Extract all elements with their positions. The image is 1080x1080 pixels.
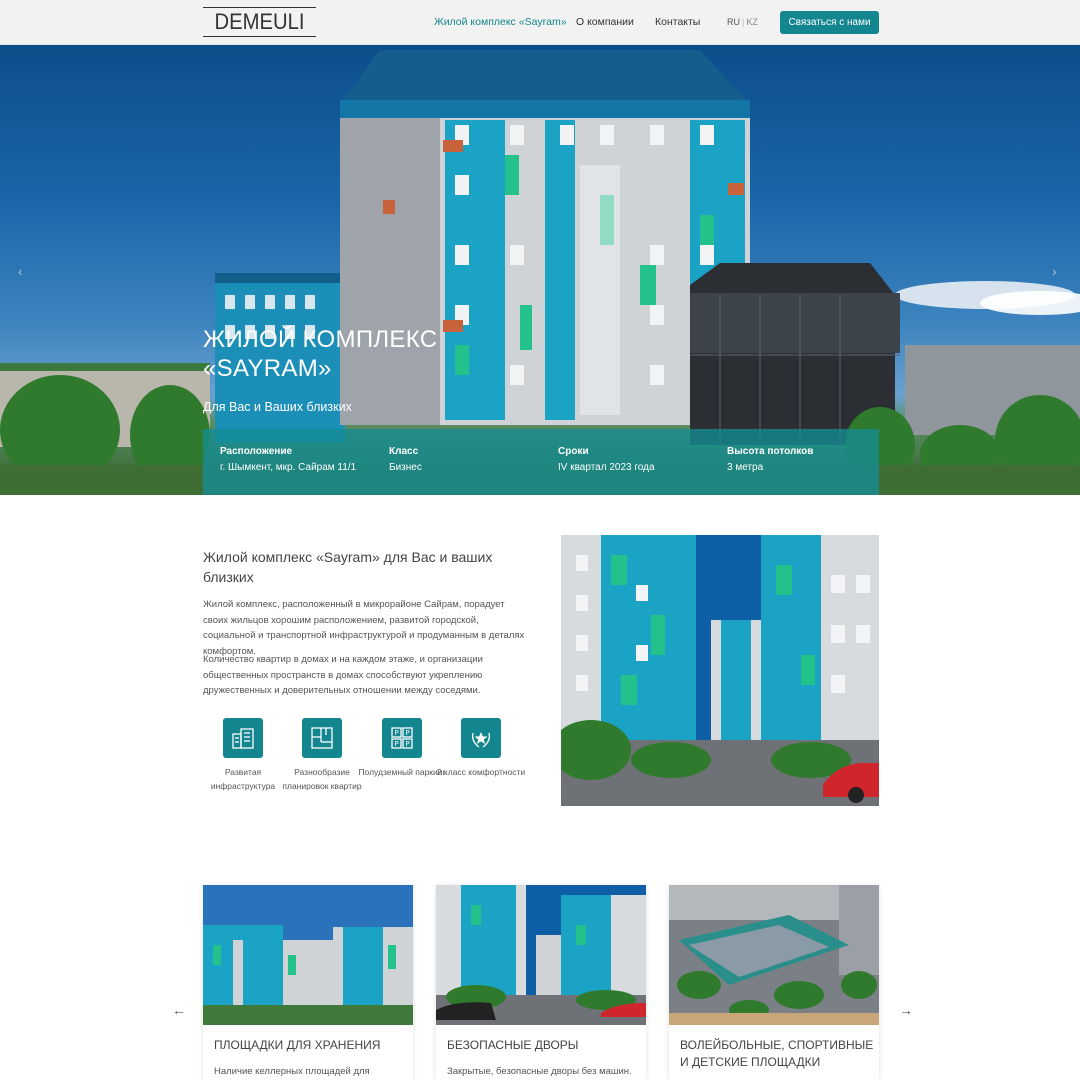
hero-slider: ‹ › ЖИЛОЙ КОМПЛЕКС «SAYRAM» Для Вас и Ва… bbox=[0, 45, 1080, 495]
about-title: Жилой комплекс «Sayram» для Вас и ваших … bbox=[203, 549, 493, 585]
info-key: Расположение bbox=[220, 446, 293, 457]
parking-icon: PPPP bbox=[382, 718, 422, 758]
info-value: г. Шымкент, мкр. Сайрам 11/1 bbox=[220, 462, 357, 473]
info-location: Расположение г. Шымкент, мкр. Сайрам 11/… bbox=[220, 446, 356, 473]
floorplan-icon bbox=[302, 718, 342, 758]
card-image bbox=[436, 885, 646, 1025]
info-value: Бизнес bbox=[389, 462, 422, 473]
svg-text:P: P bbox=[406, 729, 410, 737]
hero-prev-arrow[interactable]: ‹ bbox=[18, 263, 23, 279]
card-image bbox=[203, 885, 413, 1025]
lang-kz[interactable]: KZ bbox=[746, 17, 758, 27]
courtyard-image bbox=[561, 535, 879, 806]
hero-next-arrow[interactable]: › bbox=[1052, 263, 1057, 279]
svg-text:P: P bbox=[406, 740, 410, 748]
info-key: Высота потолков bbox=[727, 446, 814, 457]
feature-card-storage[interactable]: ПЛОЩАДКИ ДЛЯ ХРАНЕНИЯ Наличие келлерных … bbox=[203, 885, 413, 1080]
card-title: БЕЗОПАСНЫЕ ДВОРЫ bbox=[447, 1038, 579, 1052]
feature-layouts: Разнообразие планировок квартир bbox=[277, 718, 367, 793]
building-icon bbox=[223, 718, 263, 758]
hero-title: ЖИЛОЙ КОМПЛЕКС «SAYRAM» bbox=[203, 326, 438, 382]
nav-link-about[interactable]: О компании bbox=[576, 16, 634, 28]
lang-separator: | bbox=[742, 17, 745, 27]
feature-label: Развитая инфраструктура bbox=[210, 767, 276, 791]
feature-parking: PPPP Полудземный паркинг bbox=[357, 718, 447, 779]
info-deadline: Сроки IV квартал 2023 года bbox=[558, 446, 655, 473]
info-value: IV квартал 2023 года bbox=[558, 462, 655, 473]
card-title: ВОЛЕЙБОЛЬНЫЕ, СПОРТИВНЫЕ И ДЕТСКИЕ ПЛОЩА… bbox=[680, 1038, 874, 1069]
nav-link-contacts[interactable]: Контакты bbox=[655, 16, 700, 28]
contact-us-button[interactable]: Связаться с нами bbox=[780, 11, 879, 34]
nav-link-sayram[interactable]: Жилой комплекс «Sayram» bbox=[434, 16, 567, 28]
logo-top-rule bbox=[203, 7, 316, 8]
hero-building-illustration bbox=[0, 50, 1080, 495]
info-class: Класс Бизнес bbox=[389, 446, 422, 473]
feature-card-playgrounds[interactable]: ВОЛЕЙБОЛЬНЫЕ, СПОРТИВНЫЕ И ДЕТСКИЕ ПЛОЩА… bbox=[669, 885, 879, 1080]
feature-label: Разнообразие планировок квартир bbox=[282, 767, 362, 791]
about-paragraph-1: Жилой комплекс, расположенный в микрорай… bbox=[203, 599, 525, 657]
logo[interactable]: DEMEULI bbox=[203, 7, 316, 39]
card-description: Наличие келлерных площадей для bbox=[214, 1066, 370, 1077]
feature-infrastructure: Развитая инфраструктура bbox=[198, 718, 288, 793]
card-title: ПЛОЩАДКИ ДЛЯ ХРАНЕНИЯ bbox=[214, 1038, 381, 1052]
language-switcher: RU | KZ bbox=[727, 17, 758, 27]
lang-ru[interactable]: RU bbox=[727, 17, 740, 27]
feature-card-safe-yards[interactable]: БЕЗОПАСНЫЕ ДВОРЫ Закрытые, безопасные дв… bbox=[436, 885, 646, 1080]
about-paragraph-2: Количество квартир в домах и на каждом э… bbox=[203, 654, 483, 696]
info-key: Класс bbox=[389, 446, 419, 457]
card-image bbox=[669, 885, 879, 1025]
site-header: DEMEULI Жилой комплекс «Sayram» О компан… bbox=[0, 0, 1080, 45]
info-ceiling-height: Высота потолков 3 метра bbox=[727, 446, 813, 473]
feature-label: Полудземный паркинг bbox=[358, 767, 446, 777]
cards-prev-arrow[interactable]: ← bbox=[172, 1002, 186, 1018]
feature-comfort-class: 2 класс комфортности bbox=[436, 718, 526, 779]
info-value: 3 метра bbox=[727, 462, 764, 473]
logo-text: DEMEULI bbox=[214, 9, 305, 34]
hero-subtitle: Для Вас и Ваших близких bbox=[203, 400, 352, 414]
project-info-bar: Расположение г. Шымкент, мкр. Сайрам 11/… bbox=[203, 429, 879, 495]
card-description: Закрытые, безопасные дворы без машин. bbox=[447, 1066, 632, 1077]
cards-next-arrow[interactable]: → bbox=[899, 1002, 913, 1018]
logo-bottom-rule bbox=[203, 36, 316, 37]
star-wreath-icon bbox=[461, 718, 501, 758]
feature-label: 2 класс комфортности bbox=[436, 767, 526, 777]
svg-text:P: P bbox=[395, 729, 399, 737]
svg-text:P: P bbox=[395, 740, 399, 748]
info-key: Сроки bbox=[558, 446, 589, 457]
